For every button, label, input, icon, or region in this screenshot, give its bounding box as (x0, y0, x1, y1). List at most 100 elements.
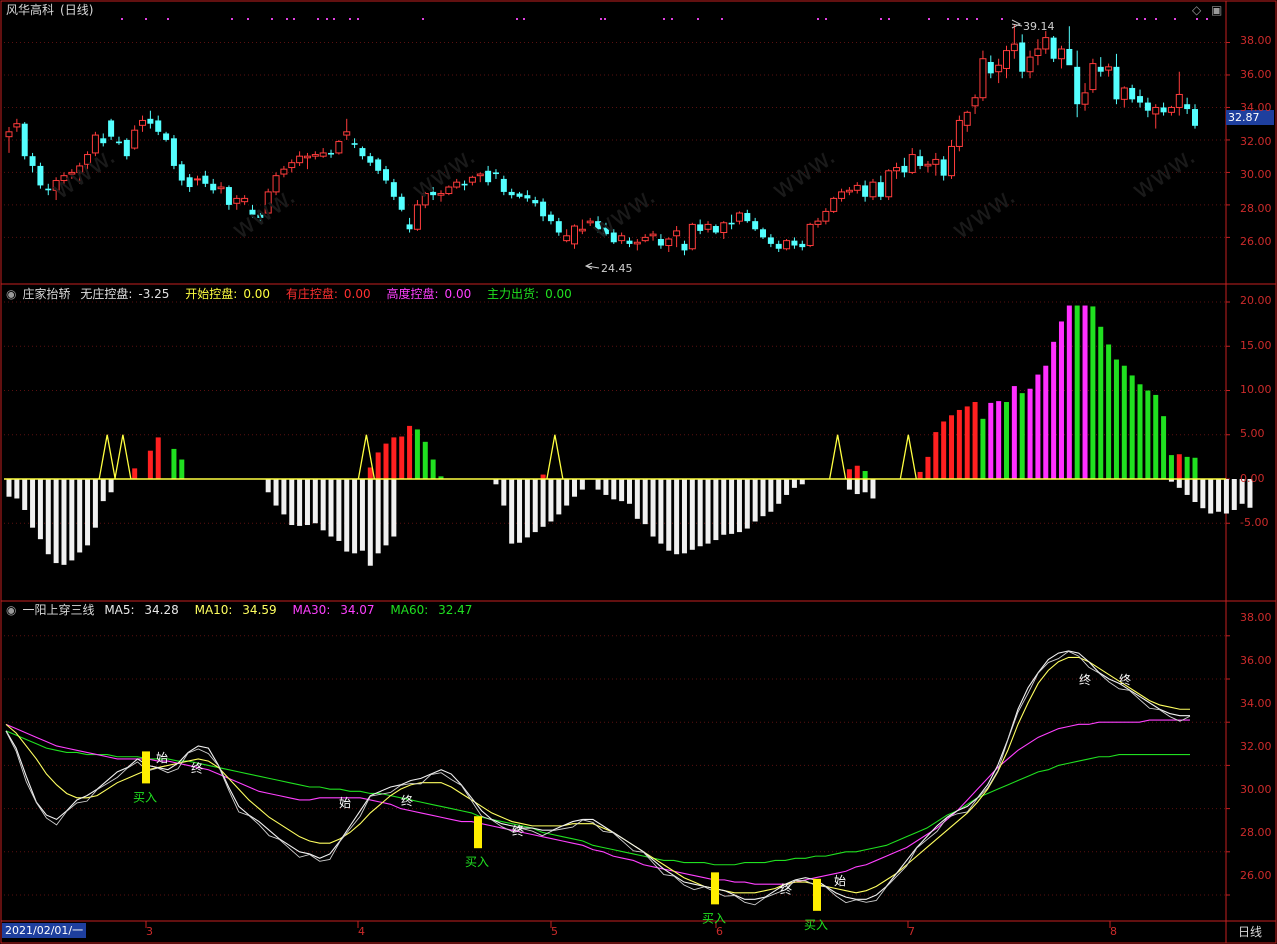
candle-body-down (37, 165, 44, 186)
signal-dot (516, 18, 518, 20)
candle-body-down (186, 177, 193, 188)
candle-body-up (413, 204, 421, 230)
signal-dot (1174, 18, 1176, 20)
colored-bar (1011, 386, 1017, 479)
controller-bar (548, 479, 554, 522)
candle-body-up (1120, 87, 1128, 100)
ma-tick: 32.00 (1240, 740, 1272, 753)
collapse-icon[interactable]: ◉ (6, 603, 16, 617)
candle-body-up (735, 212, 743, 222)
candle-body-up (618, 235, 626, 242)
peak-marker (546, 434, 564, 480)
controller-bar (352, 479, 358, 554)
candle-body-up (233, 197, 241, 204)
candle-body-down (406, 224, 413, 230)
peak-marker (899, 434, 917, 480)
colored-bar (964, 406, 970, 479)
controller-bar (532, 479, 538, 533)
candle-body-up (641, 236, 649, 242)
colored-bar (854, 465, 860, 479)
end-signal-label: 终 (401, 793, 413, 808)
signal-dot (957, 18, 959, 20)
candle-body-up (838, 191, 846, 199)
colored-bar (375, 452, 381, 479)
diamond-icon[interactable]: ◇ (1192, 3, 1201, 17)
ma-item-0: MA5: 34.28 (104, 603, 179, 617)
watermark: www. (407, 141, 481, 206)
candle-body-up (194, 178, 202, 181)
candle-body-up (1057, 48, 1065, 60)
ind-item-1: 开始控盘: 0.00 (185, 287, 271, 301)
signal-dot (1136, 18, 1138, 20)
candle-body-up (720, 222, 728, 234)
colored-bar (1066, 305, 1072, 479)
ma-header: ◉ 一阳上穿三线 MA5: 34.28 MA10: 34.59 MA30: 34.… (6, 603, 484, 617)
controller-bar (784, 479, 790, 495)
end-signal-label: 终 (1079, 672, 1091, 687)
controller-bar (595, 479, 601, 490)
signal-dot (1001, 18, 1003, 20)
signal-dot (825, 18, 827, 20)
signal-dot (947, 18, 949, 20)
colored-bar (1192, 457, 1198, 479)
candle-body-down (987, 61, 994, 74)
controller-bar (705, 479, 711, 544)
signal-dot (880, 18, 882, 20)
start-signal-label: 始 (834, 874, 846, 888)
candle-body-down (744, 213, 751, 222)
candle-body-up (869, 181, 877, 198)
buy-marker-bar (813, 878, 821, 911)
colored-bar (972, 402, 978, 479)
candle-body-down (917, 156, 924, 166)
controller-bar (100, 479, 106, 502)
candle-body-up (296, 155, 304, 164)
buy-signal-label: 买入 (804, 918, 828, 932)
candle-body-up (311, 154, 319, 157)
period-tab[interactable]: 日线 (1238, 923, 1262, 940)
signal-dot (293, 18, 295, 20)
controller-bar (634, 479, 640, 519)
controller-bar (650, 479, 656, 537)
ma30-line (5, 719, 1190, 885)
candle-body-down (29, 156, 36, 166)
controller-bar (273, 479, 279, 506)
signal-dot (422, 18, 424, 20)
signal-dot (271, 18, 273, 20)
stock-chart-canvas[interactable]: 买入始终始 终买入终买入终买入始终 终www.www.www.www.www.www… (0, 0, 1277, 944)
candle-body-up (1175, 93, 1183, 108)
controller-bar (854, 479, 860, 495)
colored-bar (383, 443, 389, 479)
candle-body-down (767, 237, 774, 244)
candle-body-down (21, 123, 28, 157)
price-panel-title: 风华高科 (日线) (6, 3, 99, 17)
candle-body-down (155, 120, 162, 132)
colored-bar (391, 437, 397, 479)
colored-bar (1035, 374, 1041, 479)
colored-bar (1058, 321, 1064, 479)
colored-bar (925, 456, 931, 479)
controller-bar (328, 479, 334, 537)
candle-body-down (799, 243, 806, 248)
controller-bar (383, 479, 389, 546)
ma-tick: 30.00 (1240, 783, 1272, 796)
candle-body-up (1105, 66, 1113, 71)
watermark: www. (47, 141, 121, 206)
signal-dot (286, 18, 288, 20)
colored-bar (949, 415, 955, 479)
signal-dot (231, 18, 233, 20)
colored-bar (1121, 365, 1127, 479)
colored-bar (155, 437, 161, 479)
controller-bar (674, 479, 680, 555)
window-icon[interactable]: ▣ (1211, 3, 1222, 17)
collapse-icon[interactable]: ◉ (6, 287, 16, 301)
price-tick: 32.00 (1240, 135, 1272, 148)
controller-bar (517, 479, 523, 543)
colored-bar (862, 471, 868, 479)
buy-signal-label: 买入 (133, 790, 157, 804)
candle-body-up (783, 240, 791, 250)
colored-bar (407, 425, 413, 479)
candle-body-up (955, 119, 963, 147)
candle-body-up (971, 97, 979, 107)
colored-bar (846, 469, 852, 479)
colored-bar (1137, 384, 1143, 479)
